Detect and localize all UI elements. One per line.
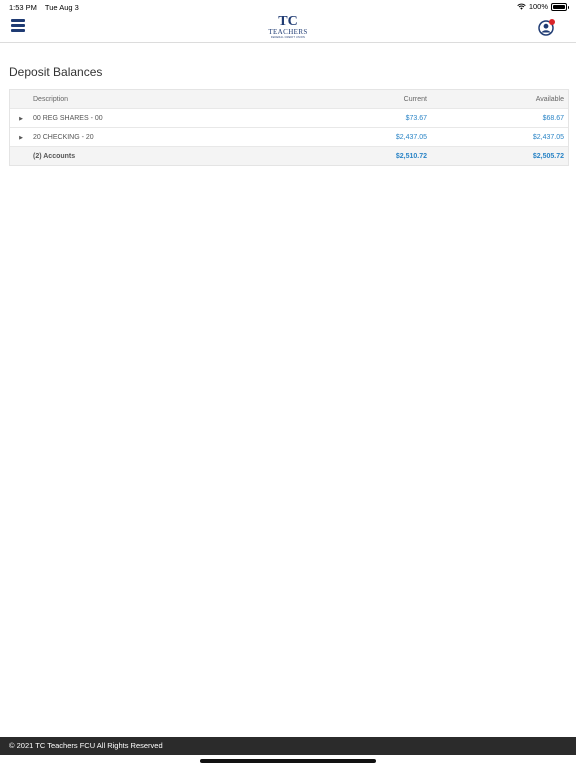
logo-mark: TC bbox=[278, 14, 298, 29]
expand-arrow-icon[interactable]: ▶ bbox=[19, 135, 23, 141]
total-accounts-label: (2) Accounts bbox=[32, 146, 306, 165]
row-expander[interactable]: ▶ bbox=[10, 127, 32, 147]
page-title: Deposit Balances bbox=[9, 65, 103, 79]
table-header-row: Description Current Available bbox=[10, 90, 568, 109]
expand-column-header bbox=[10, 90, 32, 109]
table-total-row: (2) Accounts $2,510.72 $2,505.72 bbox=[10, 146, 568, 165]
status-time: 1:53 PM bbox=[9, 3, 37, 12]
current-balance[interactable]: $73.67 bbox=[306, 108, 431, 128]
available-column-header: Available bbox=[431, 90, 568, 109]
deposit-balances-table: Description Current Available ▶ 00 REG S… bbox=[9, 89, 569, 166]
table-row[interactable]: ▶ 00 REG SHARES - 00 $73.67 $68.67 bbox=[10, 108, 568, 128]
description-column-header: Description bbox=[32, 90, 306, 109]
total-spacer bbox=[10, 146, 32, 165]
total-current-balance: $2,510.72 bbox=[306, 146, 431, 165]
status-date: Tue Aug 3 bbox=[44, 3, 79, 12]
battery-icon bbox=[551, 2, 569, 11]
account-description: 20 CHECKING - 20 bbox=[32, 127, 306, 147]
current-balance[interactable]: $2,437.05 bbox=[306, 127, 431, 147]
logo-tagline: FEDERAL CREDIT UNION bbox=[270, 36, 306, 39]
available-balance[interactable]: $2,437.05 bbox=[431, 127, 568, 147]
status-bar: 1:53 PM Tue Aug 3 100% bbox=[0, 0, 576, 14]
status-left: 1:53 PM Tue Aug 3 bbox=[9, 3, 85, 12]
notification-dot bbox=[549, 19, 555, 25]
footer: © 2021 TC Teachers FCU All Rights Reserv… bbox=[0, 737, 576, 755]
battery-percent: 100% bbox=[528, 2, 548, 11]
brand-logo[interactable]: TC TEACHERS FEDERAL CREDIT UNION bbox=[264, 15, 312, 41]
total-available-balance: $2,505.72 bbox=[431, 146, 568, 165]
account-description: 00 REG SHARES - 00 bbox=[32, 108, 306, 128]
current-column-header: Current bbox=[306, 90, 431, 109]
copyright-text: © 2021 TC Teachers FCU All Rights Reserv… bbox=[9, 741, 163, 750]
home-indicator[interactable] bbox=[200, 759, 376, 763]
menu-icon[interactable] bbox=[11, 19, 25, 32]
table-row[interactable]: ▶ 20 CHECKING - 20 $2,437.05 $2,437.05 bbox=[10, 127, 568, 147]
app-header: TC TEACHERS FEDERAL CREDIT UNION bbox=[0, 14, 576, 43]
profile-button[interactable] bbox=[538, 19, 555, 36]
wifi-icon bbox=[517, 3, 526, 10]
available-balance[interactable]: $68.67 bbox=[431, 108, 568, 128]
logo-name: TEACHERS bbox=[268, 28, 308, 36]
expand-arrow-icon[interactable]: ▶ bbox=[19, 116, 23, 122]
status-right: 100% bbox=[517, 2, 569, 11]
row-expander[interactable]: ▶ bbox=[10, 108, 32, 128]
